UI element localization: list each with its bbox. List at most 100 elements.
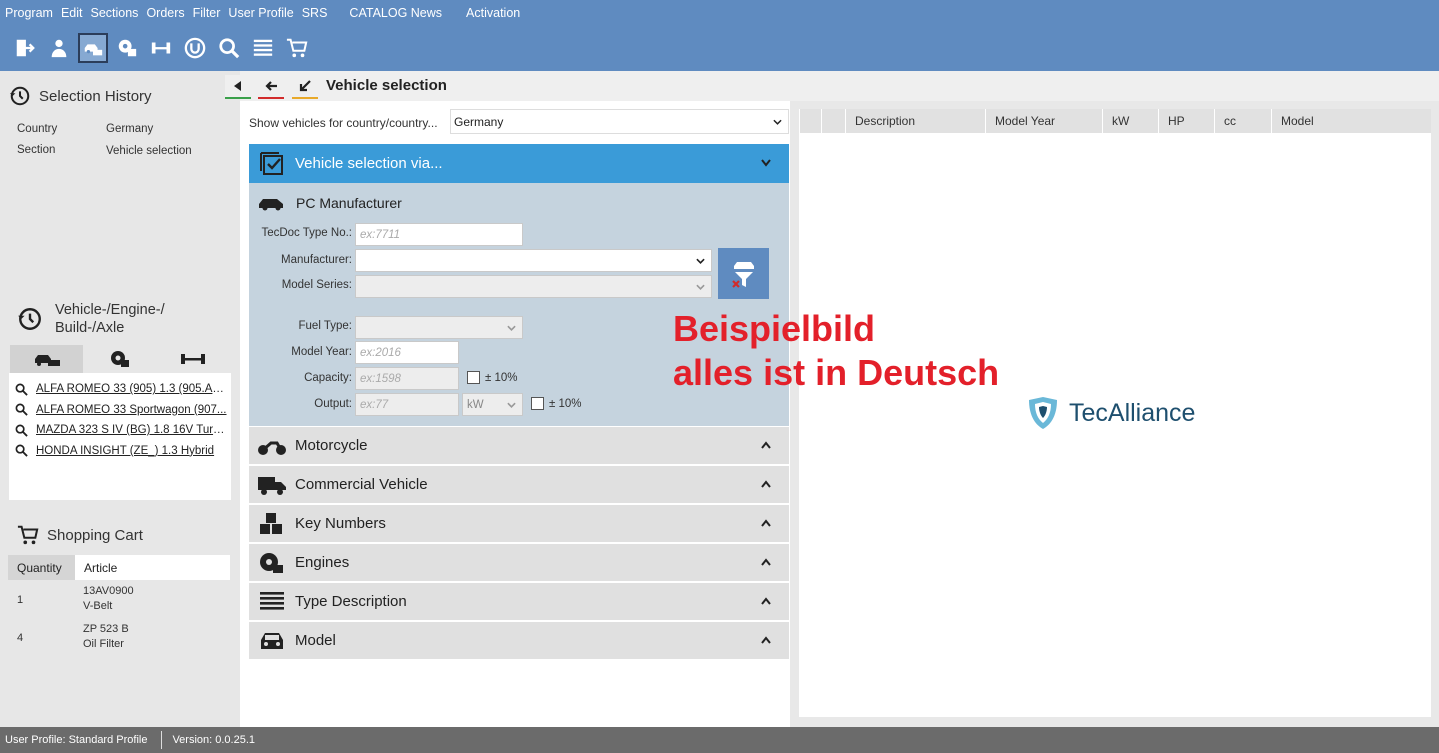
history-item-link[interactable]: MAZDA 323 S IV (BG) 1.8 16V Turb... — [36, 424, 228, 436]
results-col-model[interactable]: Model — [1271, 109, 1431, 133]
results-col-blank-2[interactable] — [821, 109, 845, 133]
cart-icon — [286, 38, 308, 58]
checkbox-checked-icon — [260, 151, 283, 175]
output-input[interactable]: ex:77 — [355, 393, 459, 416]
menu-edit[interactable]: Edit — [57, 6, 87, 20]
results-col-hp[interactable]: HP — [1158, 109, 1214, 133]
return-button[interactable] — [292, 75, 318, 99]
table-row[interactable]: 1 13AV0900 V-Belt — [8, 584, 230, 616]
tab-axles[interactable] — [156, 345, 229, 373]
list-icon — [253, 39, 273, 56]
table-row[interactable]: 4 ZP 523 B Oil Filter — [8, 622, 230, 654]
cart-article-name: Oil Filter — [83, 638, 124, 650]
section-type-description[interactable]: Type Description — [249, 583, 789, 620]
history-item-link[interactable]: HONDA INSIGHT (ZE_) 1.3 Hybrid — [36, 445, 228, 457]
vehicle-selection-button[interactable] — [78, 33, 108, 63]
section-commercial-vehicle[interactable]: Commercial Vehicle — [249, 466, 789, 503]
history-icon — [18, 308, 41, 330]
results-col-kw[interactable]: kW — [1102, 109, 1158, 133]
output-tolerance-label: ± 10% — [549, 397, 582, 410]
exit-button[interactable] — [10, 33, 40, 63]
section-model[interactable]: Model — [249, 622, 789, 659]
country-label: Show vehicles for country/country... — [249, 116, 438, 130]
country-select[interactable]: Germany — [450, 109, 789, 134]
results-col-model-year[interactable]: Model Year — [985, 109, 1102, 133]
sample-image-overlay: Beispielbild alles ist in Deutsch — [673, 307, 999, 395]
country-select-value: Germany — [454, 114, 504, 129]
pc-manufacturer-heading: PC Manufacturer — [257, 195, 402, 211]
center-panel: Vehicle selection Show vehicles for coun… — [225, 71, 1439, 727]
search-icon — [15, 424, 28, 437]
engine-icon — [110, 351, 129, 367]
vehicle-selection-header[interactable]: Vehicle selection via... — [249, 144, 789, 183]
section-motorcycle[interactable]: Motorcycle — [249, 427, 789, 464]
manufacturer-select[interactable] — [355, 249, 712, 272]
back-button[interactable] — [225, 75, 251, 99]
arrow-return-icon — [299, 80, 311, 92]
overlay-line-1: Beispielbild — [673, 308, 876, 349]
user-button[interactable] — [44, 33, 74, 63]
engine-button[interactable] — [112, 33, 142, 63]
list-button[interactable] — [248, 33, 278, 63]
history-icon — [9, 86, 30, 106]
search-button[interactable] — [214, 33, 244, 63]
results-col-description[interactable]: Description — [845, 109, 985, 133]
menu-filter[interactable]: Filter — [189, 6, 225, 20]
model-year-input[interactable]: ex:2016 — [355, 341, 459, 364]
status-bar: User Profile: Standard Profile Version: … — [0, 727, 1439, 753]
brand-button[interactable] — [180, 33, 210, 63]
type-no-label: TecDoc Type No.: — [261, 227, 352, 239]
chevron-down-icon — [696, 258, 705, 264]
menu-sections[interactable]: Sections — [86, 6, 142, 20]
history-value-section: Vehicle selection — [106, 145, 192, 157]
chevron-up-icon — [761, 636, 771, 644]
model-series-select[interactable] — [355, 275, 712, 298]
chevron-up-icon — [761, 441, 771, 449]
cart-article-name: V-Belt — [83, 600, 113, 612]
cart-qty: 4 — [17, 632, 24, 644]
history-item-link[interactable]: ALFA ROMEO 33 (905) 1.3 (905.A1... — [36, 383, 228, 395]
axle-button[interactable] — [146, 33, 176, 63]
list-item[interactable]: HONDA INSIGHT (ZE_) 1.3 Hybrid — [9, 441, 231, 462]
menu-activation[interactable]: Activation — [462, 6, 524, 20]
menu-program[interactable]: Program — [0, 6, 57, 20]
previous-button[interactable] — [258, 75, 284, 99]
menu-user-profile[interactable]: User Profile — [224, 6, 297, 20]
list-item[interactable]: ALFA ROMEO 33 (905) 1.3 (905.A1... — [9, 379, 231, 400]
menu-orders[interactable]: Orders — [142, 6, 188, 20]
reset-filter-button[interactable] — [718, 248, 769, 299]
cart-col-article[interactable]: Article — [75, 555, 230, 580]
results-col-cc[interactable]: cc — [1214, 109, 1271, 133]
shopping-cart-title: Shopping Cart — [47, 526, 143, 544]
capacity-tolerance-label: ± 10% — [485, 371, 518, 384]
section-key-numbers[interactable]: Key Numbers — [249, 505, 789, 542]
cart-button[interactable] — [282, 33, 312, 63]
output-tolerance-checkbox[interactable]: ± 10% — [531, 397, 582, 410]
vehicle-icon — [34, 355, 60, 366]
list-item[interactable]: MAZDA 323 S IV (BG) 1.8 16V Turb... — [9, 420, 231, 441]
output-unit-select[interactable]: kW — [462, 393, 523, 416]
menu-bar: Program Edit Sections Orders Filter User… — [0, 0, 1439, 25]
history-item-link[interactable]: ALFA ROMEO 33 Sportwagon (907... — [36, 404, 228, 416]
section-engines[interactable]: Engines — [249, 544, 789, 581]
capacity-input[interactable]: ex:1598 — [355, 367, 459, 390]
tab-vehicles[interactable] — [10, 345, 83, 373]
results-col-blank-1[interactable] — [799, 109, 821, 133]
capacity-tolerance-checkbox[interactable]: ± 10% — [467, 371, 518, 384]
search-icon — [219, 38, 240, 59]
brand-name: TecAlliance — [1069, 398, 1196, 427]
output-label: Output: — [314, 398, 352, 410]
cart-col-quantity[interactable]: Quantity — [8, 555, 75, 580]
fuel-type-select[interactable] — [355, 316, 523, 339]
arrow-left-icon — [265, 81, 277, 91]
brand-logo: TecAlliance — [1025, 395, 1195, 431]
chevron-up-icon — [761, 597, 771, 605]
list-item[interactable]: ALFA ROMEO 33 Sportwagon (907... — [9, 400, 231, 421]
car-front-icon — [261, 632, 283, 649]
type-no-input[interactable]: ex:7711 — [355, 223, 523, 246]
list-icon — [260, 591, 284, 610]
tab-engines[interactable] — [83, 345, 156, 373]
cart-qty: 1 — [17, 594, 24, 606]
menu-catalog-news[interactable]: CATALOG News — [345, 6, 446, 20]
menu-srs[interactable]: SRS — [298, 6, 332, 20]
